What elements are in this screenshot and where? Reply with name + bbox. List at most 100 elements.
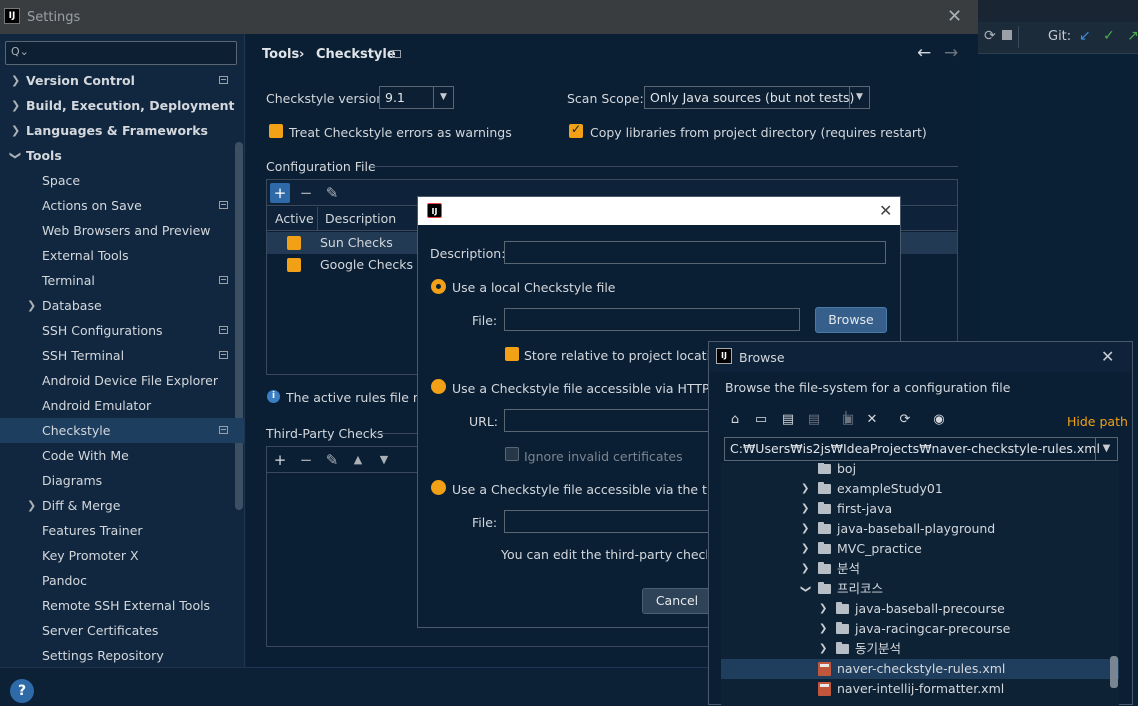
file-tree-scrollbar[interactable]	[1110, 656, 1118, 688]
path-combo[interactable]: C:₩Users₩is2js₩IdeaProjects₩naver-checks…	[724, 437, 1118, 461]
desktop-icon[interactable]: ▭	[752, 411, 770, 429]
sidebar-item-build[interactable]: ❯ Build, Execution, Deployment	[0, 93, 244, 118]
settings-title: Settings	[27, 10, 81, 25]
sidebar-item-web-browsers[interactable]: Web Browsers and Preview	[0, 218, 244, 243]
module-folder-icon[interactable]: ▤	[805, 411, 823, 429]
refresh-icon[interactable]: ⟳	[896, 411, 914, 429]
tree-folder[interactable]: ❯ MVC_practice	[721, 539, 1119, 559]
active-checkbox[interactable]	[287, 258, 301, 272]
chevron-right-icon[interactable]: ❯	[801, 479, 809, 499]
chevron-right-icon[interactable]: ❯	[801, 559, 809, 579]
sidebar-item-key-promoter-x[interactable]: Key Promoter X	[0, 543, 244, 568]
breadcrumb-parent[interactable]: Tools	[262, 47, 299, 62]
tree-folder[interactable]: ❯ 프리코스	[721, 579, 1119, 599]
help-button[interactable]: ?	[10, 679, 34, 703]
local-file-radio[interactable]	[431, 279, 446, 294]
sidebar-item-settings-repository[interactable]: Settings Repository	[0, 643, 244, 668]
sidebar-item-server-certificates[interactable]: Server Certificates	[0, 618, 244, 643]
sidebar-item-diff-merge[interactable]: ❯ Diff & Merge	[0, 493, 244, 518]
remove-icon[interactable]: −	[296, 450, 316, 470]
tree-folder[interactable]: ❯ java-baseball-playground	[721, 519, 1119, 539]
sidebar-item-tools[interactable]: ❯ Tools	[0, 143, 244, 168]
sidebar-item-features-trainer[interactable]: Features Trainer	[0, 518, 244, 543]
git-commit-icon[interactable]: ✓	[1103, 28, 1115, 44]
add-icon[interactable]: +	[270, 450, 290, 470]
chevron-right-icon[interactable]: ❯	[819, 639, 827, 659]
sidebar-item-space[interactable]: Space	[0, 168, 244, 193]
third-party-file-input[interactable]	[504, 510, 714, 533]
move-up-icon[interactable]: ▲	[348, 450, 368, 470]
browse-button[interactable]: Browse	[815, 307, 887, 333]
chevron-right-icon[interactable]: ❯	[801, 539, 809, 559]
sidebar-item-ssh-terminal[interactable]: SSH Terminal	[0, 343, 244, 368]
sidebar-item-terminal[interactable]: Terminal	[0, 268, 244, 293]
tree-folder[interactable]: ❯ 동기분석	[721, 639, 1119, 659]
scan-scope-select[interactable]: Only Java sources (but not tests) ▼	[644, 86, 870, 109]
chevron-right-icon[interactable]: ❯	[819, 599, 827, 619]
tree-folder[interactable]: ❯ first-java	[721, 499, 1119, 519]
third-party-radio[interactable]	[431, 480, 446, 495]
sidebar-item-external-tools[interactable]: External Tools	[0, 243, 244, 268]
close-icon[interactable]: ✕	[1101, 347, 1114, 366]
project-folder-icon[interactable]: ▤	[779, 411, 797, 429]
cancel-button[interactable]: Cancel	[642, 588, 712, 614]
ignore-certs-checkbox[interactable]	[505, 447, 519, 461]
tree-folder[interactable]: ❯ java-racingcar-precourse	[721, 619, 1119, 639]
home-icon[interactable]: ⌂	[726, 411, 744, 429]
sidebar-item-actions-on-save[interactable]: Actions on Save	[0, 193, 244, 218]
back-arrow-icon[interactable]: ←	[917, 43, 931, 63]
search-input[interactable]: Q⌄	[5, 41, 237, 65]
third-party-note: You can edit the third-party checks in	[501, 547, 707, 562]
move-down-icon[interactable]: ▼	[374, 450, 394, 470]
new-folder-icon[interactable]: ▣	[839, 411, 857, 429]
sidebar-item-languages[interactable]: ❯ Languages & Frameworks	[0, 118, 244, 143]
description-input[interactable]	[504, 241, 886, 264]
edit-icon[interactable]: ✎	[322, 450, 342, 470]
git-push-icon[interactable]: ↗	[1127, 28, 1138, 44]
sidebar-item-version-control[interactable]: ❯ Version Control	[0, 68, 244, 93]
chevron-right-icon[interactable]: ❯	[801, 499, 809, 519]
column-header-active[interactable]: Active	[275, 211, 314, 226]
sidebar-item-ssh-configurations[interactable]: SSH Configurations	[0, 318, 244, 343]
chevron-down-icon: ▼	[1095, 438, 1117, 460]
tree-folder[interactable]: ❯ exampleStudy01	[721, 479, 1119, 499]
hide-path-link[interactable]: Hide path	[1067, 414, 1128, 429]
sidebar-item-remote-ssh-external-tools[interactable]: Remote SSH External Tools	[0, 593, 244, 618]
sidebar-item-pandoc[interactable]: Pandoc	[0, 568, 244, 593]
close-icon[interactable]: ✕	[879, 201, 892, 220]
tree-folder[interactable]: ❯ java-baseball-precourse	[721, 599, 1119, 619]
treat-errors-checkbox[interactable]	[269, 124, 283, 138]
chevron-down-icon[interactable]: ❯	[795, 585, 815, 593]
forward-arrow-icon[interactable]: →	[944, 43, 958, 63]
tree-folder[interactable]: ❯ 분석	[721, 559, 1119, 579]
active-checkbox[interactable]	[287, 236, 301, 250]
add-icon[interactable]: +	[270, 183, 290, 203]
tree-file[interactable]: naver-intellij-formatter.xml	[721, 679, 1119, 699]
file-path-input[interactable]	[504, 308, 800, 331]
chevron-right-icon[interactable]: ❯	[819, 619, 827, 639]
debug-icon[interactable]: ⟳	[984, 28, 996, 44]
checkstyle-version-select[interactable]: 9.1 ▼	[379, 86, 454, 109]
close-icon[interactable]: ✕	[947, 6, 962, 27]
git-update-icon[interactable]: ↙	[1079, 28, 1091, 44]
stop-icon[interactable]	[1002, 30, 1012, 40]
sidebar-item-checkstyle[interactable]: Checkstyle	[0, 418, 244, 443]
delete-icon[interactable]: ✕	[863, 411, 881, 429]
edit-icon[interactable]: ✎	[322, 183, 342, 203]
store-relative-checkbox[interactable]	[505, 347, 519, 361]
show-hidden-icon[interactable]: ◉	[930, 411, 948, 429]
sidebar-item-android-device-file-explorer[interactable]: Android Device File Explorer	[0, 368, 244, 393]
tree-folder[interactable]: boj	[721, 463, 1119, 479]
http-file-radio[interactable]	[431, 379, 446, 394]
sidebar-item-android-emulator[interactable]: Android Emulator	[0, 393, 244, 418]
intellij-app-icon: IJ	[716, 348, 732, 364]
sidebar-item-diagrams[interactable]: Diagrams	[0, 468, 244, 493]
url-input[interactable]	[504, 409, 714, 432]
copy-libs-checkbox[interactable]	[569, 122, 583, 138]
remove-icon[interactable]: −	[296, 183, 316, 203]
chevron-right-icon[interactable]: ❯	[801, 519, 809, 539]
column-header-description[interactable]: Description	[325, 211, 396, 226]
tree-file-selected[interactable]: naver-checkstyle-rules.xml	[721, 659, 1119, 679]
sidebar-item-database[interactable]: ❯ Database	[0, 293, 244, 318]
sidebar-item-code-with-me[interactable]: Code With Me	[0, 443, 244, 468]
